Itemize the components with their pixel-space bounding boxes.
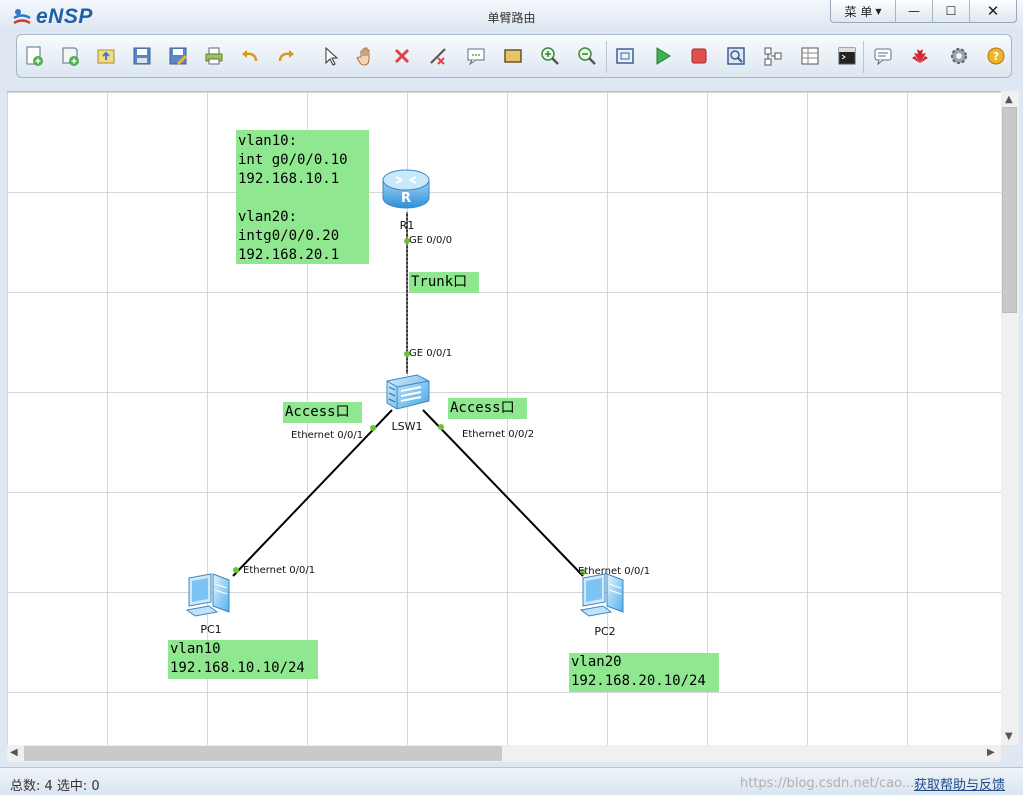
undo-icon[interactable] bbox=[237, 43, 263, 69]
router-icon: R bbox=[382, 169, 430, 209]
capture-icon[interactable] bbox=[723, 43, 749, 69]
menu-button[interactable]: 菜 单 ▼ bbox=[831, 0, 895, 22]
scroll-up-icon[interactable]: ▲ bbox=[1005, 94, 1013, 105]
zoom-out-icon[interactable] bbox=[574, 43, 600, 69]
lsw1-p2-label: Ethernet 0/0/2 bbox=[462, 429, 535, 440]
minimize-button[interactable]: — bbox=[895, 0, 932, 22]
lsw1-up-port-label: GE 0/0/1 bbox=[409, 348, 453, 359]
lsw1-p1-dot bbox=[370, 425, 376, 431]
console-icon[interactable] bbox=[834, 43, 860, 69]
switch-lsw1[interactable] bbox=[383, 371, 431, 413]
router-r1[interactable]: R bbox=[381, 168, 431, 212]
print-icon[interactable] bbox=[201, 43, 227, 69]
pc1-label: PC1 bbox=[200, 623, 222, 636]
svg-text:R: R bbox=[401, 191, 411, 206]
scroll-right-icon[interactable]: ▶ bbox=[987, 747, 995, 758]
close-button[interactable]: ✕ bbox=[969, 0, 1016, 22]
new-template-icon[interactable] bbox=[57, 43, 83, 69]
help-feedback-link[interactable]: 获取帮助与反馈 bbox=[914, 774, 1005, 793]
start-device-icon[interactable] bbox=[649, 43, 675, 69]
r1-port-label: GE 0/0/0 bbox=[409, 235, 453, 246]
lsw1-p2-dot bbox=[438, 424, 444, 430]
huawei-icon[interactable] bbox=[907, 43, 933, 69]
vertical-scroll-thumb[interactable] bbox=[1002, 107, 1017, 313]
rectangle-icon[interactable] bbox=[500, 43, 526, 69]
text-note-icon[interactable] bbox=[463, 43, 489, 69]
save-icon[interactable] bbox=[129, 43, 155, 69]
r1-label: R1 bbox=[399, 219, 415, 232]
pc1-info-note[interactable]: vlan10 192.168.10.10/24 bbox=[168, 640, 318, 679]
device-count-status: 总数: 4 选中: 0 bbox=[10, 779, 100, 794]
table-icon[interactable] bbox=[797, 43, 823, 69]
switch-icon bbox=[386, 374, 430, 410]
window-controls: 菜 单 ▼ — ☐ ✕ bbox=[830, 0, 1017, 23]
lsw1-p1-label: Ethernet 0/0/1 bbox=[291, 430, 364, 441]
toolbar-separator bbox=[863, 41, 864, 73]
redo-icon[interactable] bbox=[273, 43, 299, 69]
zoom-in-icon[interactable] bbox=[537, 43, 563, 69]
horizontal-scroll-thumb[interactable] bbox=[24, 746, 502, 761]
status-bar: 总数: 4 选中: 0 https://blog.csdn.net/cao...… bbox=[0, 767, 1023, 795]
r1-config-note[interactable]: vlan10: int g0/0/0.10 192.168.10.1 vlan2… bbox=[236, 130, 369, 264]
toolbar-separator bbox=[606, 41, 607, 73]
access-right-note[interactable]: Access口 bbox=[448, 398, 527, 419]
fit-view-icon[interactable] bbox=[612, 43, 638, 69]
delete-link-icon[interactable] bbox=[425, 43, 451, 69]
pan-hand-icon[interactable] bbox=[353, 43, 379, 69]
pc-icon bbox=[579, 573, 624, 617]
pc1-port-label: Ethernet 0/0/1 bbox=[243, 565, 316, 576]
scroll-down-icon[interactable]: ▼ bbox=[1005, 731, 1013, 742]
topology-canvas[interactable]: vlan10: int g0/0/0.10 192.168.10.1 vlan2… bbox=[7, 91, 1001, 746]
maximize-button[interactable]: ☐ bbox=[932, 0, 969, 22]
pc-pc2[interactable] bbox=[577, 570, 633, 620]
save-as-icon[interactable] bbox=[165, 43, 191, 69]
links-layer bbox=[232, 212, 584, 577]
settings-gear-icon[interactable] bbox=[946, 43, 972, 69]
svg-text:?: ? bbox=[993, 50, 999, 63]
watermark-text: https://blog.csdn.net/cao... bbox=[740, 776, 915, 791]
trunk-note[interactable]: Trunk口 bbox=[409, 272, 479, 293]
scroll-left-icon[interactable]: ◀ bbox=[10, 747, 18, 758]
open-icon[interactable] bbox=[93, 43, 119, 69]
topology-icon[interactable] bbox=[760, 43, 786, 69]
chat-icon[interactable] bbox=[870, 43, 896, 69]
access-left-note[interactable]: Access口 bbox=[283, 402, 362, 423]
lsw1-label: LSW1 bbox=[391, 420, 423, 433]
pc-pc1[interactable] bbox=[183, 570, 239, 620]
pc2-label: PC2 bbox=[594, 625, 616, 638]
pc2-info-note[interactable]: vlan20 192.168.20.10/24 bbox=[569, 653, 719, 692]
help-icon[interactable]: ? bbox=[983, 43, 1009, 69]
menu-label: 菜 单 bbox=[844, 4, 873, 19]
title-bar: eNSP 单臂路由 菜 单 ▼ — ☐ ✕ bbox=[0, 0, 1023, 32]
toolbar: ? bbox=[16, 34, 1012, 78]
vertical-scrollbar[interactable]: ▲ ▼ bbox=[1001, 91, 1019, 745]
select-pointer-icon[interactable] bbox=[317, 43, 343, 69]
pc-icon bbox=[185, 573, 230, 617]
horizontal-scrollbar[interactable]: ◀ ▶ bbox=[7, 745, 1001, 762]
menu-caret-icon: ▼ bbox=[875, 6, 882, 16]
delete-icon[interactable] bbox=[389, 43, 415, 69]
new-topology-icon[interactable] bbox=[21, 43, 47, 69]
stop-device-icon[interactable] bbox=[686, 43, 712, 69]
